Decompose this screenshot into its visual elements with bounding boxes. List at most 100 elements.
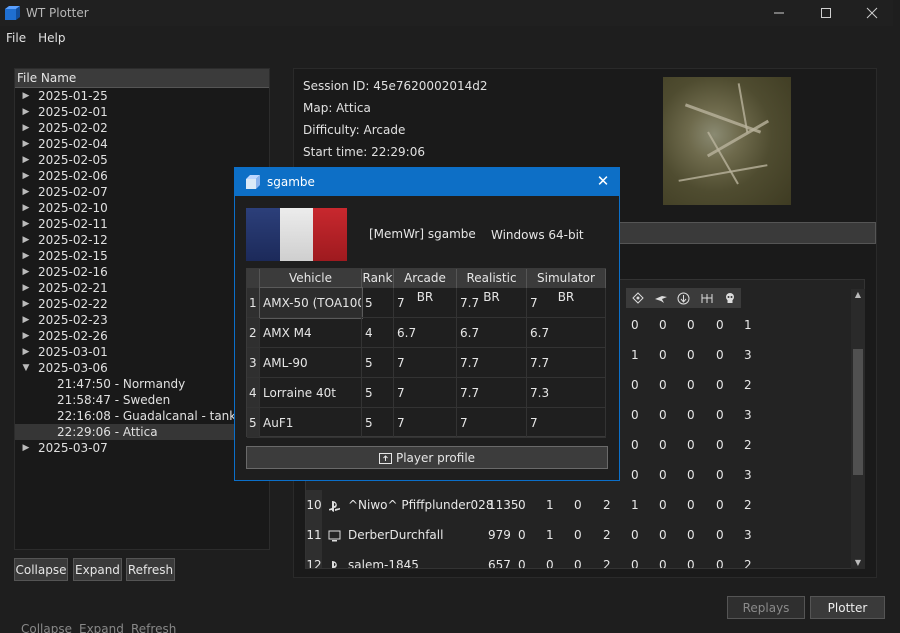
playstation-icon <box>328 490 341 520</box>
collapsed-arrow-icon[interactable]: ▶ <box>20 264 32 280</box>
col-rank[interactable]: Rank <box>362 269 394 288</box>
vehicle-cell-rank[interactable]: 4 <box>362 318 394 348</box>
plotter-button[interactable]: Plotter <box>810 596 885 619</box>
vehicle-cell-vehicle[interactable]: AML-90 <box>260 348 362 378</box>
tree-item-date[interactable]: ▶ 2025-02-21 <box>15 280 269 296</box>
dialog-close-icon[interactable]: ✕ <box>595 173 611 189</box>
vehicle-cell-realistic[interactable]: 7 <box>457 408 527 438</box>
vehicle-cell-arcade[interactable]: 7 <box>394 288 457 318</box>
expanded-arrow-icon[interactable]: ▼ <box>20 360 32 376</box>
col-simulator-br[interactable]: Simulator BR <box>527 269 606 304</box>
vehicle-cell-vehicle[interactable]: AMX M4 <box>260 318 362 348</box>
tree-item-session[interactable]: 22:29:06 - Attica <box>15 424 269 440</box>
collapsed-arrow-icon[interactable]: ▶ <box>20 136 32 152</box>
tree-item-date[interactable]: ▶ 2025-02-06 <box>15 168 269 184</box>
tree-item-date[interactable]: ▶ 2025-02-11 <box>15 216 269 232</box>
vehicle-table[interactable]: Vehicle Rank Arcade BR Realistic BR Simu… <box>246 268 606 438</box>
collapsed-arrow-icon[interactable]: ▶ <box>20 232 32 248</box>
minimize-button[interactable] <box>756 0 802 26</box>
vehicle-cell-arcade[interactable]: 7 <box>394 378 457 408</box>
tree-item-date[interactable]: ▶ 2025-02-12 <box>15 232 269 248</box>
tree-item-session[interactable]: 21:58:47 - Sweden <box>15 392 269 408</box>
col-arcade-br[interactable]: Arcade BR <box>394 269 457 304</box>
vehicle-cell-arcade[interactable]: 7 <box>394 408 457 438</box>
tree-item-date[interactable]: ▼ 2025-03-06 <box>15 360 269 376</box>
player-row[interactable]: 12 salem-1845 657 0 0 0 2 0 0 0 0 2 <box>306 550 851 568</box>
tree-item-date[interactable]: ▶ 2025-02-26 <box>15 328 269 344</box>
plane-kill-icon <box>649 288 672 308</box>
vehicle-cell-sim[interactable]: 6.7 <box>527 318 606 348</box>
vehicle-cell-sim[interactable]: 7 <box>527 288 606 318</box>
collapsed-arrow-icon[interactable]: ▶ <box>20 344 32 360</box>
tree-item-date[interactable]: ▶ 2025-02-05 <box>15 152 269 168</box>
scroll-up-icon[interactable]: ▲ <box>851 289 865 301</box>
vehicle-cell-vehicle[interactable]: Lorraine 40t <box>260 378 362 408</box>
session-action-button[interactable]: y <box>610 222 876 244</box>
collapsed-arrow-icon[interactable]: ▶ <box>20 216 32 232</box>
collapsed-arrow-icon[interactable]: ▶ <box>20 88 32 104</box>
collapse-button[interactable]: Collapse <box>14 558 68 581</box>
maximize-button[interactable] <box>803 0 849 26</box>
tree-item-date[interactable]: ▶ 2025-01-25 <box>15 88 269 104</box>
player-row[interactable]: 11 DerberDurchfall 979 0 1 0 2 0 0 0 0 3 <box>306 520 851 550</box>
vehicle-cell-realistic[interactable]: 7.7 <box>457 288 527 318</box>
vehicle-row-number: 2 <box>247 318 260 348</box>
expand-button[interactable]: Expand <box>73 558 122 581</box>
collapsed-arrow-icon[interactable]: ▶ <box>20 312 32 328</box>
collapsed-arrow-icon[interactable]: ▶ <box>20 200 32 216</box>
file-tree-header[interactable]: File Name <box>15 69 269 88</box>
tree-item-date[interactable]: ▶ 2025-02-15 <box>15 248 269 264</box>
player-table-scrollbar[interactable]: ▲ ▼ <box>851 289 865 569</box>
vehicle-cell-arcade[interactable]: 7 <box>394 348 457 378</box>
replays-button[interactable]: Replays <box>727 596 805 619</box>
scroll-thumb[interactable] <box>853 349 863 475</box>
scroll-down-icon[interactable]: ▼ <box>851 557 865 569</box>
vehicle-cell-realistic[interactable]: 6.7 <box>457 318 527 348</box>
col-realistic-br[interactable]: Realistic BR <box>457 269 527 304</box>
vehicle-cell-arcade[interactable]: 6.7 <box>394 318 457 348</box>
tree-item-date[interactable]: ▶ 2025-02-01 <box>15 104 269 120</box>
vehicle-cell-vehicle[interactable]: AMX-50 (TOA100) <box>259 287 363 319</box>
tree-item-date[interactable]: ▶ 2025-02-22 <box>15 296 269 312</box>
vehicle-cell-rank[interactable]: 5 <box>362 348 394 378</box>
vehicle-cell-rank[interactable]: 5 <box>362 288 394 318</box>
vehicle-row-number: 1 <box>247 288 260 318</box>
tree-item-date[interactable]: ▶ 2025-02-04 <box>15 136 269 152</box>
pc-icon <box>328 520 341 550</box>
tree-item-session[interactable]: 22:16:08 - Guadalcanal - tank batt <box>15 408 269 424</box>
tree-item-date[interactable]: ▶ 2025-03-07 <box>15 440 269 456</box>
vehicle-cell-rank[interactable]: 5 <box>362 408 394 438</box>
refresh-button[interactable]: Refresh <box>126 558 175 581</box>
vehicle-cell-sim[interactable]: 7.7 <box>527 348 606 378</box>
vehicle-cell-realistic[interactable]: 7.7 <box>457 348 527 378</box>
vehicle-cell-realistic[interactable]: 7.7 <box>457 378 527 408</box>
vehicle-cell-sim[interactable]: 7 <box>527 408 606 438</box>
collapsed-arrow-icon[interactable]: ▶ <box>20 168 32 184</box>
collapsed-arrow-icon[interactable]: ▶ <box>20 440 32 456</box>
collapsed-arrow-icon[interactable]: ▶ <box>20 184 32 200</box>
tree-item-date[interactable]: ▶ 2025-02-07 <box>15 184 269 200</box>
collapsed-arrow-icon[interactable]: ▶ <box>20 248 32 264</box>
vehicle-cell-rank[interactable]: 5 <box>362 378 394 408</box>
tree-item-date[interactable]: ▶ 2025-02-16 <box>15 264 269 280</box>
collapsed-arrow-icon[interactable]: ▶ <box>20 120 32 136</box>
collapsed-arrow-icon[interactable]: ▶ <box>20 296 32 312</box>
vehicle-cell-sim[interactable]: 7.3 <box>527 378 606 408</box>
tree-item-date[interactable]: ▶ 2025-02-10 <box>15 200 269 216</box>
menu-help[interactable]: Help <box>32 31 71 45</box>
tree-item-date[interactable]: ▶ 2025-02-23 <box>15 312 269 328</box>
tree-item-date[interactable]: ▶ 2025-03-01 <box>15 344 269 360</box>
collapsed-arrow-icon[interactable]: ▶ <box>20 104 32 120</box>
vehicle-cell-vehicle[interactable]: AuF1 <box>260 408 362 438</box>
file-tree[interactable]: File Name ▶ 2025-01-25 ▶ 2025-02-01 ▶ 2025-02… <box>14 68 270 550</box>
menu-file[interactable]: File <box>0 31 32 45</box>
player-row[interactable]: 10 ^Niwo^ Pfiffplunder028 1135 0 1 0 2 1 0 0 0 2 <box>306 490 851 520</box>
tree-item-session[interactable]: 21:47:50 - Normandy <box>15 376 269 392</box>
col-vehicle[interactable]: Vehicle <box>260 269 362 288</box>
collapsed-arrow-icon[interactable]: ▶ <box>20 280 32 296</box>
player-profile-button[interactable]: Player profile <box>246 446 608 469</box>
close-button[interactable] <box>849 0 895 26</box>
tree-item-date[interactable]: ▶ 2025-02-02 <box>15 120 269 136</box>
collapsed-arrow-icon[interactable]: ▶ <box>20 152 32 168</box>
collapsed-arrow-icon[interactable]: ▶ <box>20 328 32 344</box>
